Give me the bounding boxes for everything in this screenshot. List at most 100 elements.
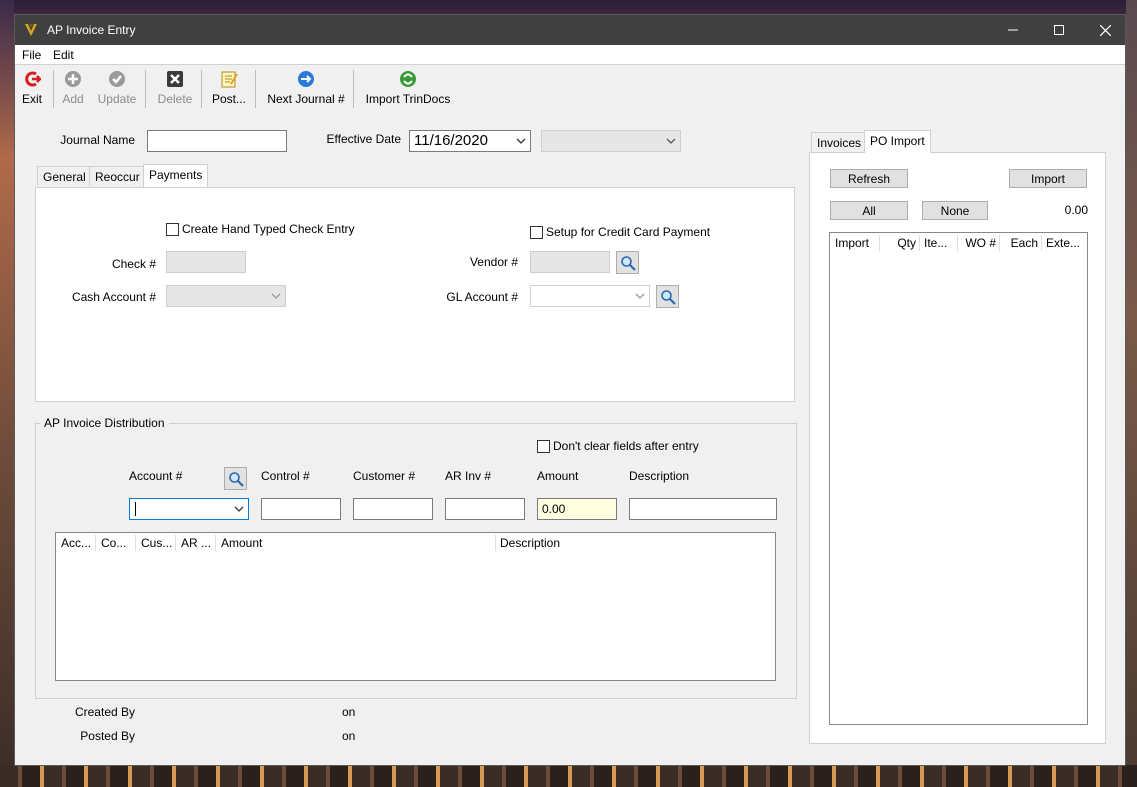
chevron-down-icon — [635, 293, 645, 299]
minimize-button[interactable] — [990, 15, 1036, 45]
column-divider[interactable] — [957, 235, 958, 251]
select-all-button[interactable]: All — [830, 201, 908, 220]
post-button[interactable]: Post... — [212, 70, 246, 110]
menu-bar: File Edit — [15, 45, 1125, 65]
effective-date-picker[interactable]: 11/16/2020 — [409, 130, 531, 152]
column-divider[interactable] — [999, 235, 1000, 251]
column-header-control[interactable]: Co... — [101, 536, 135, 550]
column-divider[interactable] — [1041, 235, 1042, 251]
menu-file[interactable]: File — [22, 48, 41, 62]
credit-card-checkbox[interactable] — [530, 226, 543, 239]
tab-general[interactable]: General — [37, 166, 92, 186]
delete-button[interactable]: Delete — [157, 70, 193, 110]
gl-account-label: GL Account # — [446, 290, 518, 304]
po-import-total: 0.00 — [1064, 203, 1088, 217]
secondary-combo[interactable] — [541, 130, 681, 152]
check-no-input[interactable] — [166, 251, 246, 273]
cash-account-combo[interactable] — [166, 285, 286, 307]
dont-clear-label: Don't clear fields after entry — [553, 439, 699, 453]
post-label: Post... — [212, 92, 247, 106]
column-header-extended[interactable]: Exte... — [1046, 236, 1084, 250]
tab-po-import[interactable]: PO Import — [864, 130, 931, 153]
po-import-panel: Refresh Import All None 0.00 Import Qty … — [809, 152, 1106, 744]
account-label: Account # — [129, 469, 183, 483]
column-header-account[interactable]: Acc... — [61, 536, 95, 550]
tab-payments[interactable]: Payments — [143, 164, 209, 187]
posted-by-label: Posted By — [80, 729, 135, 743]
gl-account-combo[interactable] — [530, 285, 650, 307]
tab-invoices[interactable]: Invoices — [811, 132, 868, 152]
vendor-input[interactable] — [530, 251, 610, 273]
amount-input[interactable] — [537, 498, 617, 520]
toolbar-separator — [145, 70, 146, 108]
payments-panel: Create Hand Typed Check Entry Setup for … — [35, 187, 795, 402]
minimize-icon — [1008, 29, 1018, 31]
exit-label: Exit — [21, 92, 42, 106]
column-header-import[interactable]: Import — [835, 236, 877, 250]
toolbar-separator — [53, 70, 54, 108]
account-combo[interactable] — [129, 498, 249, 520]
vendor-search-button[interactable] — [616, 251, 639, 274]
import-trindocs-button[interactable]: Import TrinDocs — [365, 70, 451, 110]
account-search-button[interactable] — [224, 467, 247, 490]
po-import-list[interactable]: Import Qty Ite... WO # Each Exte... — [829, 232, 1088, 725]
journal-name-input[interactable] — [147, 130, 287, 152]
exit-button[interactable]: Exit — [19, 70, 45, 110]
ar-inv-input[interactable] — [445, 498, 525, 520]
customer-label: Customer # — [353, 469, 416, 483]
po-import-list-header: Import Qty Ite... WO # Each Exte... — [830, 233, 1087, 253]
column-divider[interactable] — [879, 235, 880, 251]
column-divider[interactable] — [215, 535, 216, 551]
description-input[interactable] — [629, 498, 777, 520]
text-cursor — [135, 502, 136, 516]
refresh-button[interactable]: Refresh — [830, 169, 908, 188]
column-header-ar-inv[interactable]: AR ... — [181, 536, 215, 550]
left-tab-strip: General Reoccur Payments — [35, 164, 235, 187]
column-header-description[interactable]: Description — [500, 536, 700, 550]
import-button[interactable]: Import — [1009, 169, 1087, 188]
chevron-down-icon — [234, 506, 244, 512]
column-divider[interactable] — [175, 535, 176, 551]
column-divider[interactable] — [919, 235, 920, 251]
add-label: Add — [62, 92, 84, 106]
search-icon — [229, 472, 244, 487]
distribution-list-header: Acc... Co... Cus... AR ... Amount Descri… — [56, 533, 775, 553]
column-divider[interactable] — [495, 535, 496, 551]
customer-input[interactable] — [353, 498, 433, 520]
toolbar-separator — [255, 70, 256, 108]
close-button[interactable] — [1082, 15, 1128, 45]
journal-name-label: Journal Name — [60, 133, 135, 147]
toolbar-separator — [201, 70, 202, 108]
maximize-button[interactable] — [1036, 15, 1082, 45]
column-header-qty[interactable]: Qty — [882, 236, 916, 250]
hand-check-label: Create Hand Typed Check Entry — [182, 222, 355, 236]
control-input[interactable] — [261, 498, 341, 520]
update-button[interactable]: Update — [97, 70, 137, 110]
close-icon — [1099, 24, 1111, 36]
column-header-each[interactable]: Each — [1002, 236, 1038, 250]
distribution-list[interactable]: Acc... Co... Cus... AR ... Amount Descri… — [55, 532, 776, 681]
column-header-customer[interactable]: Cus... — [141, 536, 175, 550]
column-header-item[interactable]: Ite... — [924, 236, 954, 250]
column-divider[interactable] — [135, 535, 136, 551]
update-label: Update — [97, 92, 137, 106]
column-header-wo[interactable]: WO # — [960, 236, 996, 250]
amount-label: Amount — [537, 469, 579, 483]
description-label: Description — [629, 469, 690, 483]
dont-clear-checkbox[interactable] — [537, 440, 550, 453]
distribution-title: AP Invoice Distribution — [40, 416, 169, 430]
column-header-amount[interactable]: Amount — [221, 536, 491, 550]
add-button[interactable]: Add — [61, 70, 85, 110]
gl-account-search-button[interactable] — [656, 285, 679, 308]
search-icon — [621, 256, 636, 271]
tab-reoccur[interactable]: Reoccur — [89, 166, 146, 186]
menu-edit[interactable]: Edit — [53, 48, 74, 62]
next-journal-button[interactable]: Next Journal # — [267, 70, 345, 110]
check-no-label: Check # — [111, 257, 156, 271]
hand-check-checkbox[interactable] — [166, 223, 179, 236]
vendor-label: Vendor # — [469, 255, 518, 269]
right-tab-strip: Invoices PO Import — [811, 130, 1011, 153]
title-bar[interactable]: AP Invoice Entry — [15, 15, 1125, 45]
select-none-button[interactable]: None — [922, 201, 988, 220]
column-divider[interactable] — [95, 535, 96, 551]
